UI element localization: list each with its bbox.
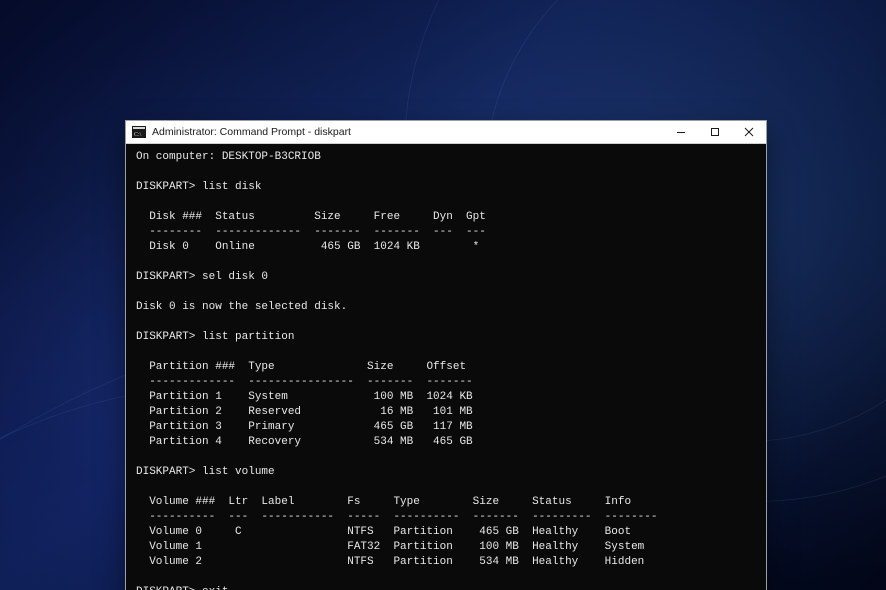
terminal-line: On computer: DESKTOP-B3CRIOB [136, 151, 321, 163]
terminal-line: Disk 0 Online 465 GB 1024 KB * [136, 241, 479, 253]
terminal-line: Disk ### Status Size Free Dyn Gpt [136, 211, 486, 223]
terminal-line: -------- ------------- ------- ------- -… [136, 226, 486, 238]
terminal-line: DISKPART> list disk [136, 181, 261, 193]
desktop-background: C:\ Administrator: Command Prompt - disk… [0, 0, 886, 590]
window-controls [664, 121, 766, 143]
terminal-line: Partition ### Type Size Offset [136, 361, 466, 373]
window-title: Administrator: Command Prompt - diskpart [152, 126, 664, 138]
terminal-line: Volume ### Ltr Label Fs Type Size Status… [136, 496, 631, 508]
terminal-line: Volume 0 C NTFS Partition 465 GB Healthy… [136, 526, 631, 538]
terminal-line: Partition 4 Recovery 534 MB 465 GB [136, 436, 473, 448]
terminal-line: ---------- --- ----------- ----- -------… [136, 511, 658, 523]
terminal-line: DISKPART> list partition [136, 331, 294, 343]
terminal-line: DISKPART> sel disk 0 [136, 271, 268, 283]
titlebar[interactable]: C:\ Administrator: Command Prompt - disk… [126, 121, 766, 144]
terminal-line: Partition 2 Reserved 16 MB 101 MB [136, 406, 473, 418]
terminal-line: DISKPART> list volume [136, 466, 275, 478]
command-prompt-window: C:\ Administrator: Command Prompt - disk… [125, 120, 767, 590]
terminal-line: Volume 2 NTFS Partition 534 MB Healthy H… [136, 556, 644, 568]
terminal-line: ------------- ---------------- ------- -… [136, 376, 473, 388]
terminal-line: DISKPART> exit [136, 586, 228, 590]
svg-text:C:\: C:\ [134, 132, 142, 138]
close-button[interactable] [732, 121, 766, 143]
terminal-line: Disk 0 is now the selected disk. [136, 301, 347, 313]
terminal-line: Volume 1 FAT32 Partition 100 MB Healthy … [136, 541, 644, 553]
terminal-line: Partition 3 Primary 465 GB 117 MB [136, 421, 473, 433]
maximize-button[interactable] [698, 121, 732, 143]
cmd-icon: C:\ [132, 125, 146, 139]
terminal-output[interactable]: On computer: DESKTOP-B3CRIOB DISKPART> l… [126, 144, 766, 590]
terminal-line: Partition 1 System 100 MB 1024 KB [136, 391, 473, 403]
minimize-button[interactable] [664, 121, 698, 143]
